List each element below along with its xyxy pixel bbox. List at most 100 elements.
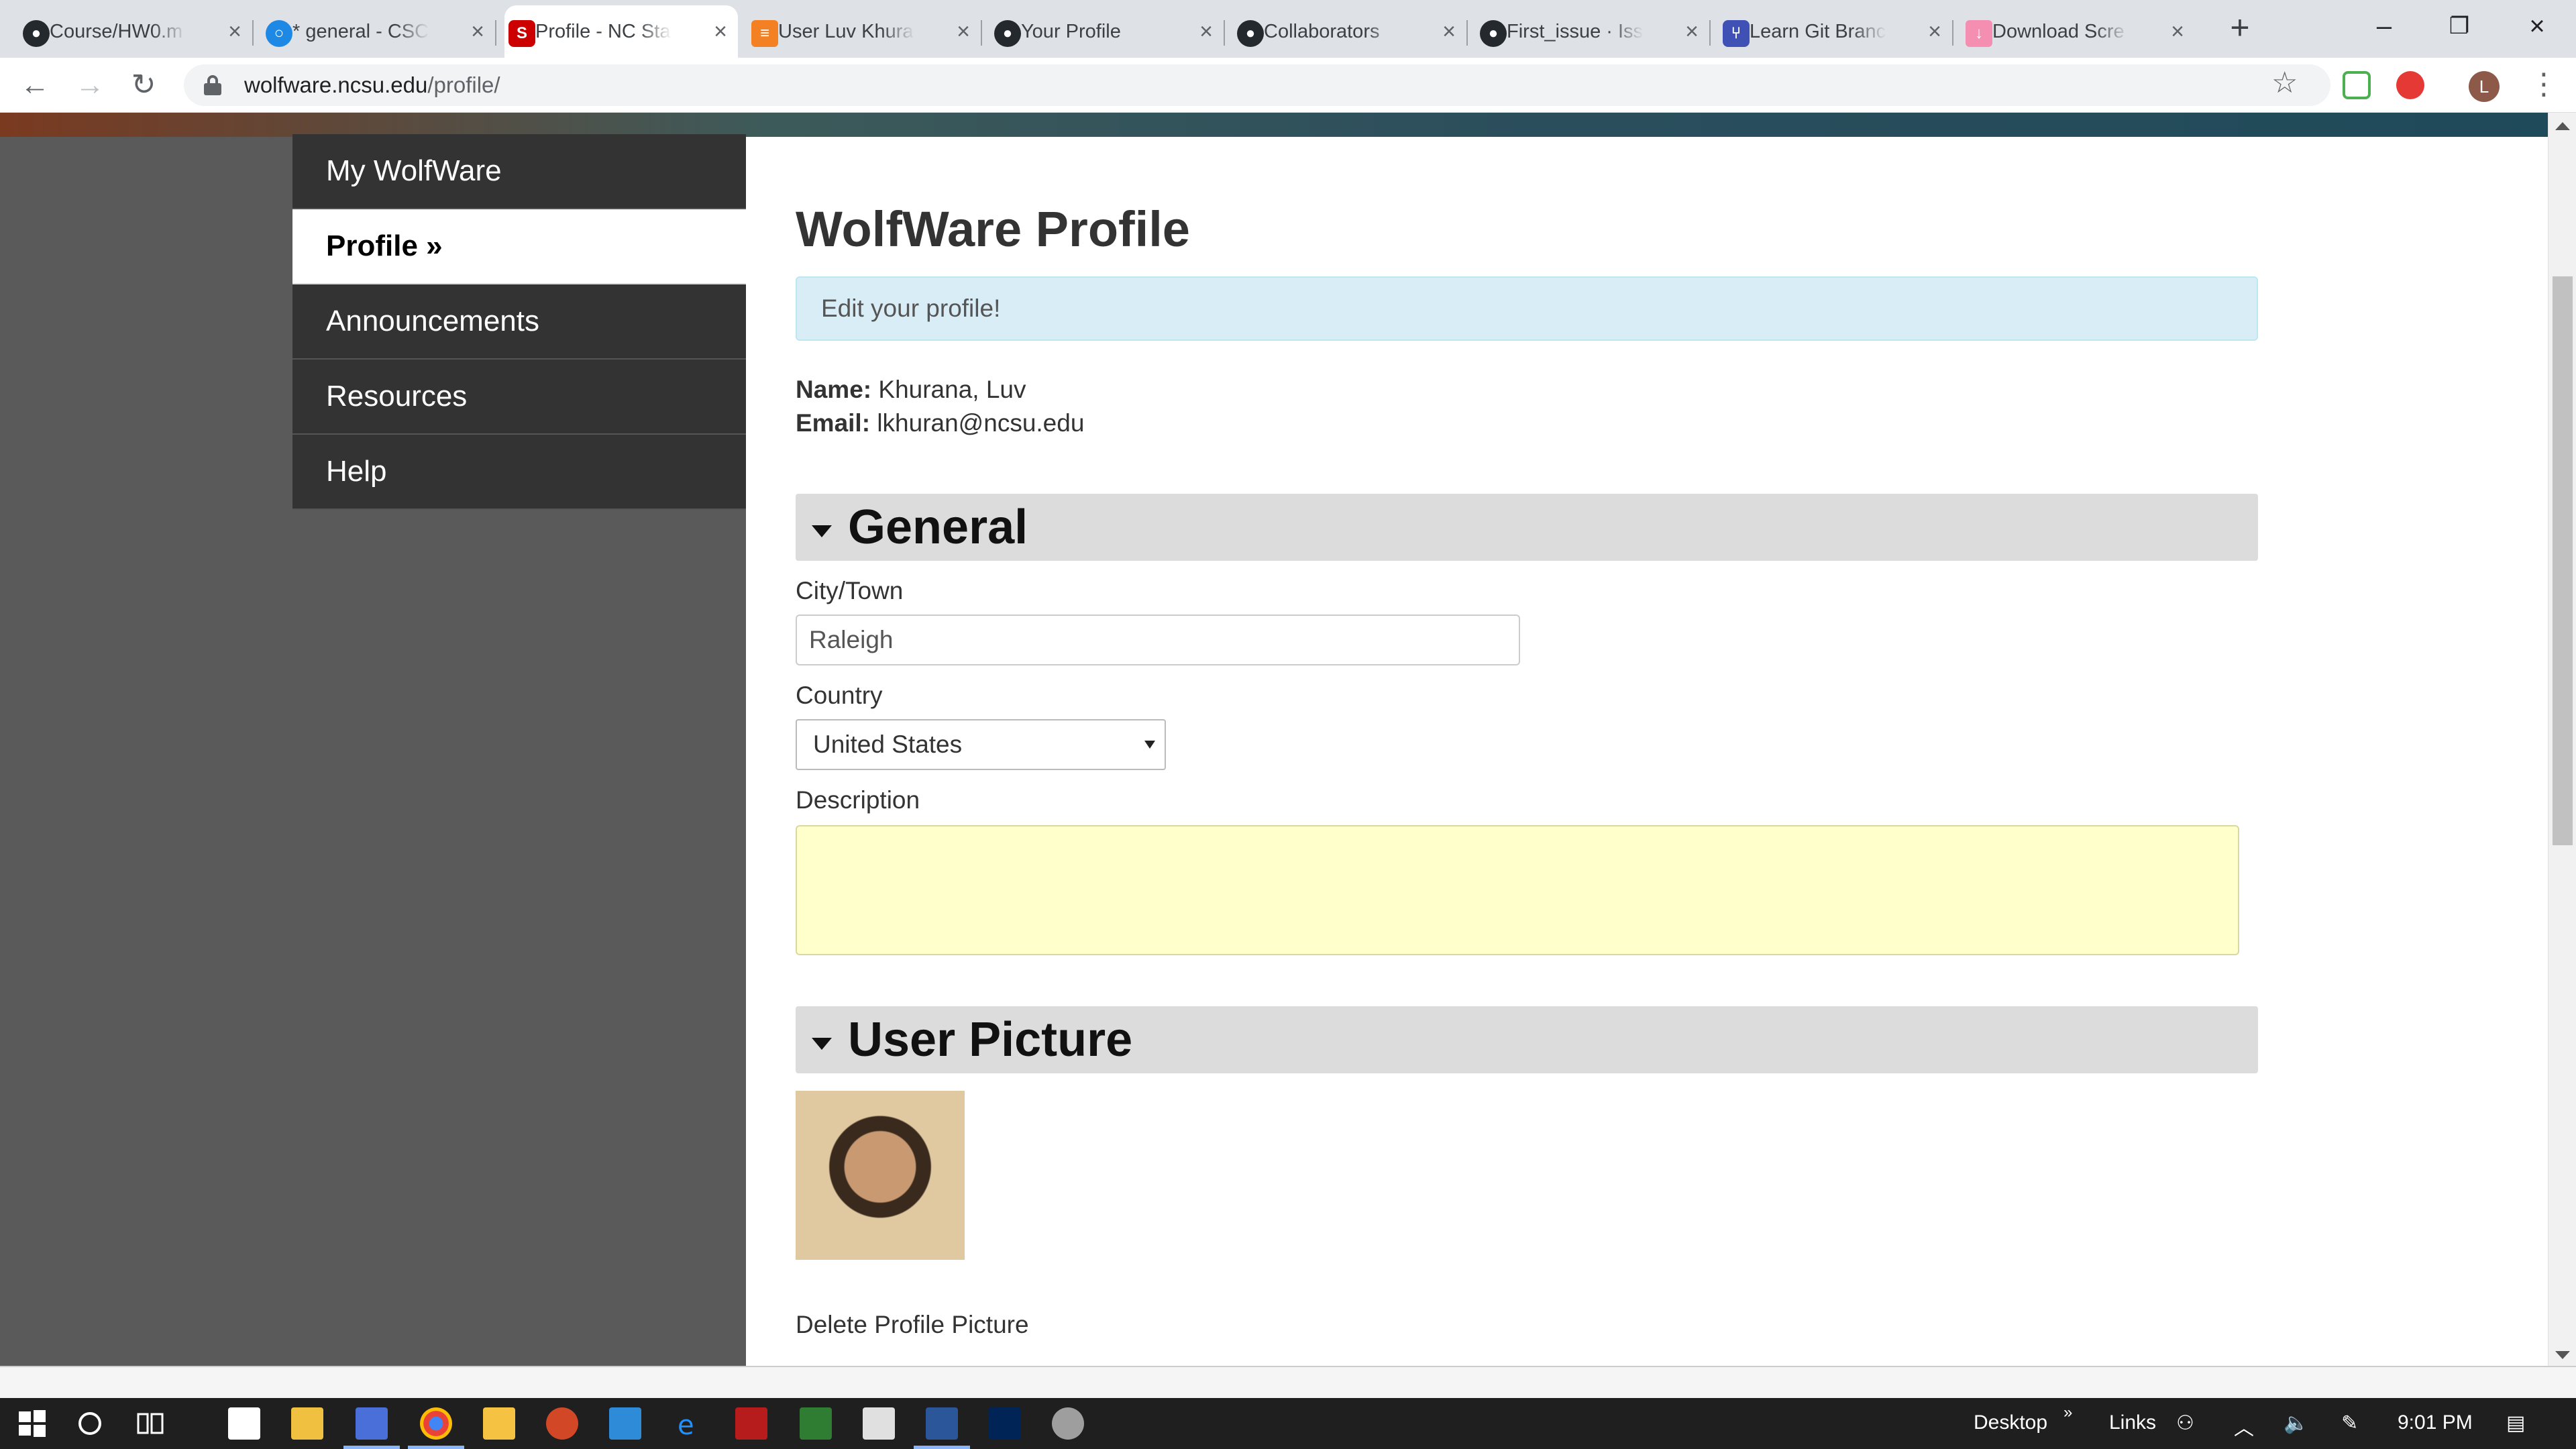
chat-icon: ○ <box>266 20 292 47</box>
notification-icon[interactable]: ▤ <box>2506 1411 2525 1435</box>
remote-desktop-icon[interactable] <box>609 1407 641 1440</box>
browser-tab[interactable]: ↓ Download Scre × <box>1962 5 2195 58</box>
browser-tab-active[interactable]: S Profile - NC Sta × <box>504 5 738 58</box>
close-icon[interactable]: × <box>1681 20 1703 43</box>
info-alert: Edit your profile! <box>796 276 2258 341</box>
browser-tab-strip: ● Course/HW0.m × ○ * general - CSC × S P… <box>0 0 2576 58</box>
browser-tab[interactable]: ○ * general - CSC × <box>262 5 496 58</box>
network-app-icon[interactable] <box>343 1407 400 1449</box>
browser-tab[interactable]: ● Your Profile × <box>990 5 1225 58</box>
user-picture-heading: User Picture <box>848 1013 1133 1067</box>
user-profile-photo <box>796 1091 965 1260</box>
sidebar-item-resources[interactable]: Resources <box>292 360 746 435</box>
snipping-tool-icon[interactable] <box>1052 1407 1084 1440</box>
delete-profile-picture-link[interactable]: Delete Profile Picture <box>796 1311 2258 1339</box>
city-input[interactable] <box>796 614 1520 665</box>
city-label: City/Town <box>796 577 904 604</box>
description-textarea[interactable] <box>796 825 2239 955</box>
sidebar-item-announcements[interactable]: Announcements <box>292 284 746 360</box>
lock-icon <box>204 75 221 95</box>
close-icon[interactable]: × <box>224 20 246 43</box>
people-icon[interactable]: ⚇ <box>2176 1411 2194 1435</box>
sidebar-nav: My WolfWare Profile » Announcements Reso… <box>292 134 746 510</box>
close-icon[interactable]: × <box>710 20 731 43</box>
github-icon: ● <box>1237 20 1264 47</box>
tab-separator <box>495 20 496 46</box>
reload-icon[interactable]: ↻ <box>125 67 162 105</box>
page-scrollbar[interactable] <box>2548 113 2576 1366</box>
sidebar-item-help[interactable]: Help <box>292 435 746 510</box>
desktop-toolbar-label[interactable]: Desktop <box>1974 1411 2047 1434</box>
close-icon[interactable]: × <box>2167 20 2188 43</box>
tab-separator <box>981 20 982 46</box>
browser-tab[interactable]: ● First_issue · Issu × <box>1476 5 1711 58</box>
avatar[interactable]: L <box>2469 71 2500 102</box>
filezilla-icon[interactable] <box>735 1407 767 1440</box>
browser-tab[interactable]: ● Course/HW0.m × <box>19 5 254 58</box>
back-arrow-icon[interactable]: ← <box>16 67 54 105</box>
url-path: /profile/ <box>427 72 500 97</box>
paint-icon[interactable] <box>863 1407 895 1440</box>
new-tab-button[interactable]: + <box>2223 11 2257 46</box>
toolbar-expand-icon[interactable]: » <box>2063 1403 2072 1422</box>
scroll-down-icon[interactable] <box>2555 1351 2570 1359</box>
country-select[interactable]: United States <box>796 719 1166 770</box>
extension-icon[interactable] <box>2343 71 2371 99</box>
links-toolbar-label[interactable]: Links <box>2109 1411 2156 1434</box>
page-title: WolfWare Profile <box>796 201 1190 257</box>
tray-chevron-icon[interactable]: ︿ <box>2234 1411 2254 1441</box>
sidebar-item-profile[interactable]: Profile » <box>292 209 746 284</box>
store-icon[interactable] <box>291 1407 323 1440</box>
tab-separator <box>1466 20 1468 46</box>
scroll-up-icon[interactable] <box>2555 122 2570 130</box>
name-label: Name: <box>796 376 872 403</box>
stackoverflow-icon: ≡ <box>751 20 778 47</box>
adblock-icon[interactable] <box>2396 71 2424 99</box>
close-icon[interactable]: × <box>1195 20 1217 43</box>
powershell-icon[interactable] <box>989 1407 1021 1440</box>
forward-arrow-icon[interactable]: → <box>71 67 109 105</box>
tab-separator <box>1952 20 1953 46</box>
svg-text:e: e <box>678 1410 694 1440</box>
close-icon[interactable]: × <box>1438 20 1460 43</box>
notepad-plus-icon[interactable] <box>800 1407 832 1440</box>
tab-title: User Luv Khura <box>778 20 914 42</box>
browser-tab[interactable]: ≡ User Luv Khura × <box>747 5 982 58</box>
minimize-icon[interactable]: – <box>2364 7 2404 47</box>
general-section-header[interactable]: General <box>796 494 2258 561</box>
window-close-icon[interactable]: × <box>2517 7 2557 47</box>
volume-icon[interactable]: 🔈 <box>2284 1411 2308 1435</box>
country-label: Country <box>796 682 883 709</box>
caret-down-icon <box>812 1038 832 1050</box>
site-banner <box>0 113 2548 137</box>
user-picture-section-header[interactable]: User Picture <box>796 1006 2258 1073</box>
close-icon[interactable]: × <box>467 20 488 43</box>
task-view-icon[interactable] <box>134 1407 166 1440</box>
description-label: Description <box>796 786 920 814</box>
edge-icon[interactable]: e <box>672 1407 704 1441</box>
windows-start-icon[interactable] <box>16 1407 48 1440</box>
file-explorer-icon[interactable] <box>483 1407 515 1440</box>
scroll-thumb[interactable] <box>2553 276 2573 845</box>
powerpoint-icon[interactable] <box>546 1407 578 1440</box>
download-icon: ↓ <box>1966 20 1992 47</box>
tab-title: Profile - NC Sta <box>535 20 671 42</box>
pen-icon[interactable]: ✎ <box>2341 1411 2358 1435</box>
word-icon[interactable] <box>914 1407 970 1449</box>
sidebar-item-my-wolfware[interactable]: My WolfWare <box>292 134 746 209</box>
clock-time[interactable]: 9:01 PM <box>2398 1411 2473 1434</box>
restore-icon[interactable]: ❐ <box>2439 7 2479 47</box>
bookmark-star-icon[interactable]: ☆ <box>2271 66 2298 100</box>
downloads-shelf <box>0 1366 2576 1398</box>
chrome-icon[interactable] <box>408 1407 464 1449</box>
close-icon[interactable]: × <box>1924 20 1945 43</box>
search-circle-icon[interactable] <box>74 1407 106 1440</box>
email-label: Email: <box>796 409 871 437</box>
ncsu-icon: S <box>508 20 535 47</box>
mail-icon[interactable] <box>228 1407 260 1440</box>
browser-tab[interactable]: ● Collaborators × <box>1233 5 1468 58</box>
address-bar[interactable]: wolfware.ncsu.edu/profile/ <box>184 64 2330 106</box>
browser-tab[interactable]: ⑂ Learn Git Branc × <box>1719 5 1953 58</box>
more-menu-icon[interactable]: ⋮ <box>2529 67 2559 101</box>
close-icon[interactable]: × <box>953 20 974 43</box>
